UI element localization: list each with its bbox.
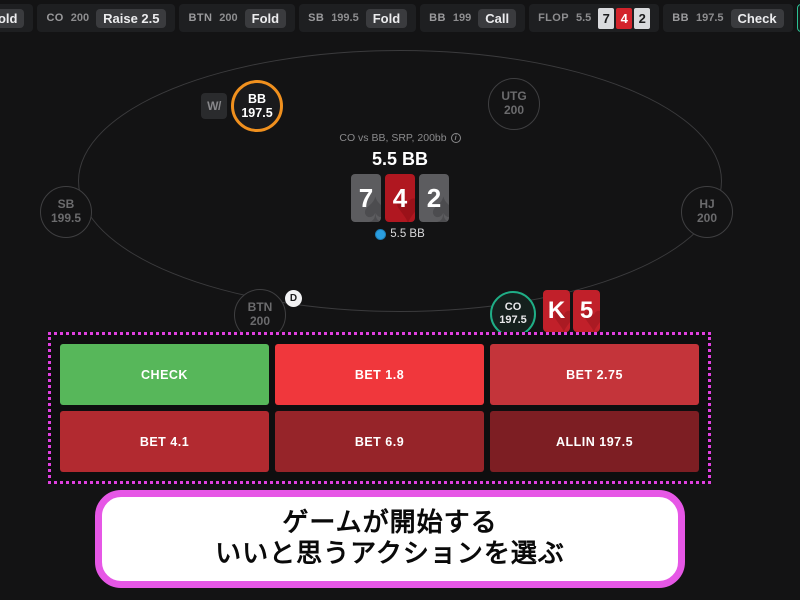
seat-co-hero[interactable]: CO 197.5 [490,291,536,337]
callout-line-1: ゲームが開始する [282,507,498,538]
dealer-button-icon: D [285,290,302,307]
seat-stack-label: 200 [503,103,525,117]
action-button-allin[interactable]: ALLIN 197.5 [490,411,699,472]
seat-stack-label: 197.5 [241,106,273,120]
action-button-bet-4[interactable]: BET 6.9 [275,411,484,472]
callout-line-2: いいと思うアクションを選ぶ [215,539,565,569]
spot-label: CO vs BB, SRP, 200bb i [339,132,461,144]
seat-position-label: BTN [247,300,273,315]
history-stack-label: 197.5 [696,12,724,24]
history-segment-prev-fold[interactable]: Fold [0,4,34,32]
action-button-bet-2[interactable]: BET 2.75 [490,344,699,405]
history-position-label: CO [46,12,64,24]
history-segment-sb[interactable]: SB 199.5 Fold [299,4,417,32]
board-card-3: 2 [419,174,449,222]
mini-card-1: 7 [598,7,615,29]
seat-position-label: BB [247,91,267,106]
history-stack-label: 200 [219,12,238,24]
history-stack-label: 200 [70,12,90,24]
history-action-label: Fold [0,8,25,28]
action-button-bet-3[interactable]: BET 4.1 [60,411,269,472]
pot-chip-label: 5.5 BB [390,228,425,240]
history-stack-label: 199.5 [331,12,359,24]
history-position-label: BB [429,12,446,24]
chip-icon [375,228,387,240]
action-button-bet-1[interactable]: BET 1.8 [275,344,484,405]
info-icon[interactable]: i [450,133,461,143]
history-street-label: FLOP [538,12,569,24]
pot-chip-indicator: 5.5 BB [375,228,425,240]
action-row-1: CHECK BET 1.8 BET 2.75 [60,344,699,405]
history-flop-pot: 5.5 [576,12,592,24]
history-action-label: Fold [365,8,408,28]
history-segment-current-turn[interactable]: CO 197.5 アクションをす [796,4,800,32]
action-history-bar: Fold CO 200 Raise 2.5 BTN 200 Fold SB 19… [0,0,800,36]
history-action-label: Fold [244,8,287,28]
board-card-1: 7 [351,174,381,222]
table-center-info: CO vs BB, SRP, 200bb i 5.5 BB 7 4 2 5.5 … [0,132,800,240]
history-segment-btn[interactable]: BTN 200 Fold [179,4,296,32]
spot-label-text: CO vs BB, SRP, 200bb [339,132,447,144]
history-segment-co[interactable]: CO 200 Raise 2.5 [37,4,176,32]
action-button-check[interactable]: CHECK [60,344,269,405]
seat-stack-label: 200 [249,314,271,328]
instruction-callout: ゲームが開始する いいと思うアクションを選ぶ [95,490,685,588]
pot-total-label: 5.5 BB [371,149,429,169]
history-action-label: Call [478,8,517,28]
board-cards: 7 4 2 [351,174,449,222]
poker-table: BB 197.5 W/ UTG 200 HJ 200 SB 199.5 BTN … [0,36,800,341]
seat-position-label: CO [504,301,522,314]
mini-card-2: 4 [616,7,633,29]
poker-trainer-screen: Fold CO 200 Raise 2.5 BTN 200 Fold SB 19… [0,0,800,600]
seat-utg[interactable]: UTG 200 [488,78,540,130]
history-segment-bb-check[interactable]: BB 197.5 Check [663,4,793,32]
action-buttons-panel: CHECK BET 1.8 BET 2.75 BET 4.1 BET 6.9 A… [48,332,711,484]
hole-card-1: K [543,290,570,332]
history-stack-label: 199 [452,12,472,24]
action-row-2: BET 4.1 BET 6.9 ALLIN 197.5 [60,411,699,472]
history-flop-cards: 7 4 2 [598,7,651,29]
mini-card-3: 2 [634,7,651,29]
history-action-label: Raise 2.5 [96,8,167,28]
board-card-2: 4 [385,174,415,222]
history-action-label: Check [730,8,784,28]
history-segment-flop[interactable]: FLOP 5.5 7 4 2 [529,4,660,32]
history-position-label: SB [308,12,325,24]
hole-card-2: 5 [573,290,600,332]
history-position-label: BTN [188,12,213,24]
seat-bb[interactable]: BB 197.5 [231,80,283,132]
history-segment-bb[interactable]: BB 199 Call [420,4,526,32]
seat-position-label: UTG [501,89,527,104]
hero-hole-cards: K 5 [543,290,600,332]
seat-stack-label: 197.5 [499,314,527,326]
history-position-label: BB [672,12,689,24]
waiting-badge-icon: W/ [201,93,227,119]
